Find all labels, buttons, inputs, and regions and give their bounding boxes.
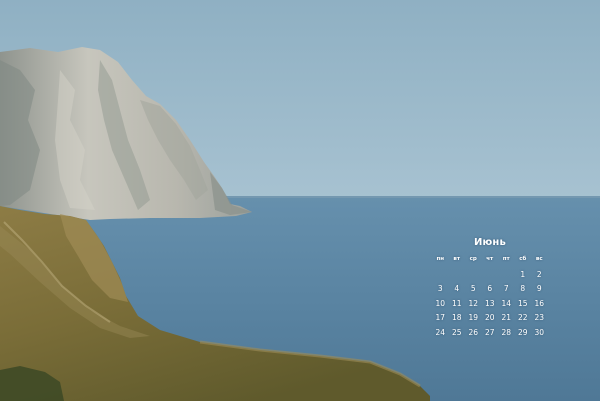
calendar-day bbox=[449, 268, 466, 283]
calendar-day: 22 bbox=[517, 313, 528, 322]
calendar-day bbox=[465, 268, 482, 283]
calendar-day: 18 bbox=[451, 313, 462, 322]
calendar-day: 30 bbox=[534, 327, 545, 337]
weekday-header: сб bbox=[519, 256, 527, 262]
calendar-grid: пн вт ср чт пт сб вс 1 2 3 4 5 6 7 8 9 1… bbox=[432, 253, 548, 340]
calendar-day: 24 bbox=[435, 327, 446, 337]
calendar-day: 25 bbox=[451, 327, 462, 337]
weekday-header: чт bbox=[486, 256, 494, 262]
calendar-day: 19 bbox=[468, 313, 479, 322]
weekday-header: вс bbox=[535, 256, 543, 262]
calendar-day: 28 bbox=[501, 327, 512, 337]
weekday-header: ср bbox=[469, 256, 477, 262]
calendar-month-title: Июнь bbox=[473, 237, 507, 248]
calendar-day: 5 bbox=[470, 284, 476, 293]
calendar-day: 16 bbox=[534, 298, 545, 308]
calendar-day: 6 bbox=[487, 284, 493, 293]
calendar-day bbox=[498, 268, 515, 283]
calendar-day: 15 bbox=[517, 298, 528, 308]
weekday-header: вт bbox=[453, 256, 461, 262]
calendar-day bbox=[482, 268, 499, 283]
calendar-day bbox=[432, 268, 449, 283]
calendar-day: 1 bbox=[520, 269, 526, 279]
calendar-day: 17 bbox=[435, 313, 446, 322]
calendar-day: 12 bbox=[468, 298, 479, 308]
calendar-day: 10 bbox=[435, 298, 446, 308]
calendar-day: 20 bbox=[484, 313, 495, 322]
calendar-day: 9 bbox=[536, 284, 542, 293]
calendar-day: 2 bbox=[536, 269, 542, 279]
calendar-day: 3 bbox=[437, 284, 443, 293]
calendar-day: 26 bbox=[468, 327, 479, 337]
calendar-day: 23 bbox=[534, 313, 545, 322]
calendar-day: 21 bbox=[501, 313, 512, 322]
calendar-day: 14 bbox=[501, 298, 512, 308]
calendar-day: 4 bbox=[454, 284, 460, 293]
month-calendar: Июнь пн вт ср чт пт сб вс 1 2 3 4 5 6 7 … bbox=[432, 236, 548, 340]
calendar-day: 27 bbox=[484, 327, 495, 337]
calendar-day: 13 bbox=[484, 298, 495, 308]
calendar-day: 29 bbox=[517, 327, 528, 337]
weekday-header: пн bbox=[436, 256, 445, 262]
calendar-day: 8 bbox=[520, 284, 526, 293]
calendar-day: 7 bbox=[503, 284, 509, 293]
weekday-header: пт bbox=[502, 256, 510, 262]
calendar-day: 11 bbox=[451, 298, 462, 308]
seascape-photo bbox=[0, 0, 600, 401]
calendar-wallpaper: Июнь пн вт ср чт пт сб вс 1 2 3 4 5 6 7 … bbox=[0, 0, 600, 401]
